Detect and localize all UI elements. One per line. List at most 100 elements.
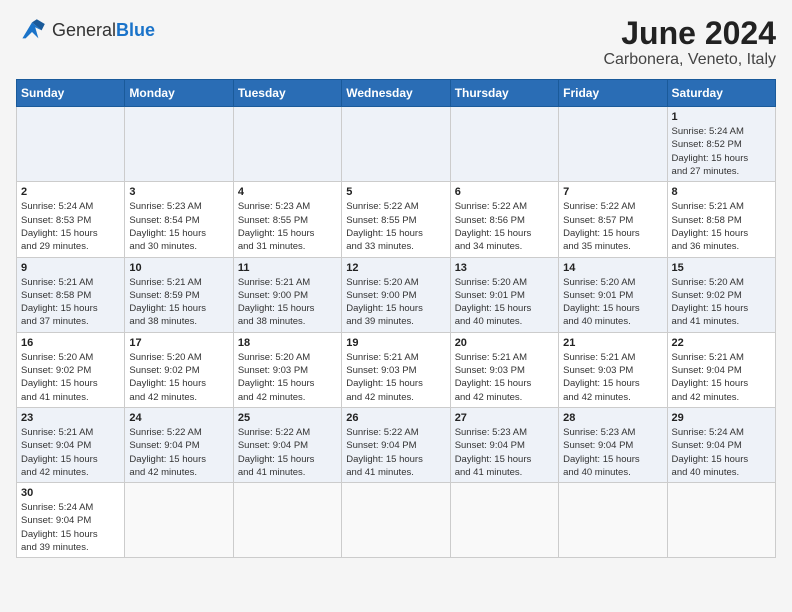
title-block: June 2024 Carbonera, Veneto, Italy	[603, 16, 776, 69]
day-info: Sunrise: 5:21 AMSunset: 8:59 PMDaylight:…	[129, 276, 228, 329]
day-info: Sunrise: 5:22 AMSunset: 8:56 PMDaylight:…	[455, 200, 554, 253]
day-info: Sunrise: 5:23 AMSunset: 9:04 PMDaylight:…	[455, 426, 554, 479]
day-number: 6	[455, 186, 554, 198]
day-info: Sunrise: 5:21 AMSunset: 9:00 PMDaylight:…	[238, 276, 337, 329]
calendar-day-cell: 23Sunrise: 5:21 AMSunset: 9:04 PMDayligh…	[17, 407, 125, 482]
calendar-day-cell	[667, 483, 775, 558]
calendar-day-cell	[559, 107, 667, 182]
day-number: 26	[346, 412, 445, 424]
day-number: 10	[129, 262, 228, 274]
day-info: Sunrise: 5:23 AMSunset: 9:04 PMDaylight:…	[563, 426, 662, 479]
day-number: 4	[238, 186, 337, 198]
calendar-day-cell	[450, 483, 558, 558]
calendar-day-cell: 17Sunrise: 5:20 AMSunset: 9:02 PMDayligh…	[125, 332, 233, 407]
day-number: 27	[455, 412, 554, 424]
calendar-day-cell: 16 Sunrise: 5:20 AMSunset: 9:02 PMDayligh…	[17, 332, 125, 407]
day-number: 11	[238, 262, 337, 274]
month-year-title: June 2024	[603, 16, 776, 51]
calendar-day-cell: 29 Sunrise: 5:24 AMSunset: 9:04 PMDayligh…	[667, 407, 775, 482]
calendar-day-cell: 19Sunrise: 5:21 AMSunset: 9:03 PMDayligh…	[342, 332, 450, 407]
calendar-day-cell: 11 Sunrise: 5:21 AMSunset: 9:00 PMDayligh…	[233, 257, 341, 332]
calendar-day-cell: 25 Sunrise: 5:22 AMSunset: 9:04 PMDayligh…	[233, 407, 341, 482]
day-info: Sunrise: 5:20 AMSunset: 9:02 PMDaylight:…	[129, 351, 228, 404]
day-number: 24	[129, 412, 228, 424]
day-info: Sunrise: 5:24 AMSunset: 8:53 PMDaylight:…	[21, 200, 120, 253]
logo-bird-icon	[16, 16, 48, 44]
calendar-day-cell: 8Sunrise: 5:21 AMSunset: 8:58 PMDaylight…	[667, 182, 775, 257]
calendar-day-cell: 10 Sunrise: 5:21 AMSunset: 8:59 PMDayligh…	[125, 257, 233, 332]
weekday-header-tuesday: Tuesday	[233, 80, 341, 107]
weekday-header-wednesday: Wednesday	[342, 80, 450, 107]
calendar-week-row: 30Sunrise: 5:24 AMSunset: 9:04 PMDayligh…	[17, 483, 776, 558]
calendar-week-row: 16 Sunrise: 5:20 AMSunset: 9:02 PMDayligh…	[17, 332, 776, 407]
day-number: 22	[672, 337, 771, 349]
day-number: 1	[672, 111, 771, 123]
day-number: 18	[238, 337, 337, 349]
calendar-day-cell	[559, 483, 667, 558]
calendar-day-cell: 13 Sunrise: 5:20 AMSunset: 9:01 PMDayligh…	[450, 257, 558, 332]
day-info: Sunrise: 5:20 AMSunset: 9:01 PMDaylight:…	[563, 276, 662, 329]
calendar-day-cell: 28 Sunrise: 5:23 AMSunset: 9:04 PMDayligh…	[559, 407, 667, 482]
day-info: Sunrise: 5:22 AMSunset: 8:57 PMDaylight:…	[563, 200, 662, 253]
calendar-day-cell	[342, 107, 450, 182]
calendar-week-row: 1 Sunrise: 5:24 AMSunset: 8:52 PMDaylight…	[17, 107, 776, 182]
day-info: Sunrise: 5:22 AMSunset: 8:55 PMDaylight:…	[346, 200, 445, 253]
day-info: Sunrise: 5:21 AMSunset: 9:03 PMDaylight:…	[455, 351, 554, 404]
day-number: 25	[238, 412, 337, 424]
calendar-day-cell	[450, 107, 558, 182]
day-info: Sunrise: 5:21 AMSunset: 8:58 PMDaylight:…	[672, 200, 771, 253]
day-number: 21	[563, 337, 662, 349]
day-number: 28	[563, 412, 662, 424]
day-number: 2	[21, 186, 120, 198]
calendar-day-cell: 12 Sunrise: 5:20 AMSunset: 9:00 PMDayligh…	[342, 257, 450, 332]
day-info: Sunrise: 5:23 AMSunset: 8:54 PMDaylight:…	[129, 200, 228, 253]
calendar-week-row: 2 Sunrise: 5:24 AMSunset: 8:53 PMDaylight…	[17, 182, 776, 257]
weekday-header-saturday: Saturday	[667, 80, 775, 107]
calendar-day-cell: 2 Sunrise: 5:24 AMSunset: 8:53 PMDaylight…	[17, 182, 125, 257]
calendar-table: SundayMondayTuesdayWednesdayThursdayFrid…	[16, 79, 776, 558]
day-number: 29	[672, 412, 771, 424]
day-info: Sunrise: 5:21 AMSunset: 9:03 PMDaylight:…	[346, 351, 445, 404]
logo: GeneralBlue	[16, 16, 155, 44]
weekday-header-thursday: Thursday	[450, 80, 558, 107]
day-info: Sunrise: 5:21 AMSunset: 8:58 PMDaylight:…	[21, 276, 120, 329]
logo-text: GeneralBlue	[52, 20, 155, 41]
day-number: 16	[21, 337, 120, 349]
day-number: 9	[21, 262, 120, 274]
calendar-day-cell: 18 Sunrise: 5:20 AMSunset: 9:03 PMDayligh…	[233, 332, 341, 407]
weekday-header-monday: Monday	[125, 80, 233, 107]
calendar-week-row: 9 Sunrise: 5:21 AMSunset: 8:58 PMDaylight…	[17, 257, 776, 332]
calendar-day-cell: 15 Sunrise: 5:20 AMSunset: 9:02 PMDayligh…	[667, 257, 775, 332]
day-info: Sunrise: 5:21 AMSunset: 9:04 PMDaylight:…	[672, 351, 771, 404]
day-number: 15	[672, 262, 771, 274]
day-info: Sunrise: 5:22 AMSunset: 9:04 PMDaylight:…	[129, 426, 228, 479]
day-info: Sunrise: 5:22 AMSunset: 9:04 PMDaylight:…	[346, 426, 445, 479]
day-info: Sunrise: 5:24 AMSunset: 9:04 PMDaylight:…	[672, 426, 771, 479]
day-info: Sunrise: 5:20 AMSunset: 9:02 PMDaylight:…	[21, 351, 120, 404]
day-info: Sunrise: 5:24 AMSunset: 9:04 PMDaylight:…	[21, 501, 120, 554]
calendar-day-cell: 20 Sunrise: 5:21 AMSunset: 9:03 PMDayligh…	[450, 332, 558, 407]
calendar-day-cell	[233, 483, 341, 558]
day-number: 7	[563, 186, 662, 198]
day-info: Sunrise: 5:22 AMSunset: 9:04 PMDaylight:…	[238, 426, 337, 479]
day-number: 20	[455, 337, 554, 349]
day-info: Sunrise: 5:23 AMSunset: 8:55 PMDaylight:…	[238, 200, 337, 253]
day-info: Sunrise: 5:20 AMSunset: 9:03 PMDaylight:…	[238, 351, 337, 404]
day-number: 14	[563, 262, 662, 274]
day-info: Sunrise: 5:20 AMSunset: 9:02 PMDaylight:…	[672, 276, 771, 329]
day-info: Sunrise: 5:20 AMSunset: 9:01 PMDaylight:…	[455, 276, 554, 329]
day-number: 13	[455, 262, 554, 274]
page-header: GeneralBlue June 2024 Carbonera, Veneto,…	[16, 16, 776, 69]
calendar-day-cell: 22 Sunrise: 5:21 AMSunset: 9:04 PMDayligh…	[667, 332, 775, 407]
calendar-day-cell	[233, 107, 341, 182]
calendar-day-cell: 6 Sunrise: 5:22 AMSunset: 8:56 PMDaylight…	[450, 182, 558, 257]
calendar-day-cell: 4 Sunrise: 5:23 AMSunset: 8:55 PMDaylight…	[233, 182, 341, 257]
day-number: 23	[21, 412, 120, 424]
calendar-day-cell: 21 Sunrise: 5:21 AMSunset: 9:03 PMDayligh…	[559, 332, 667, 407]
day-number: 12	[346, 262, 445, 274]
day-info: Sunrise: 5:21 AMSunset: 9:03 PMDaylight:…	[563, 351, 662, 404]
calendar-day-cell: 14 Sunrise: 5:20 AMSunset: 9:01 PMDayligh…	[559, 257, 667, 332]
day-info: Sunrise: 5:20 AMSunset: 9:00 PMDaylight:…	[346, 276, 445, 329]
day-info: Sunrise: 5:24 AMSunset: 8:52 PMDaylight:…	[672, 125, 771, 178]
weekday-header-sunday: Sunday	[17, 80, 125, 107]
